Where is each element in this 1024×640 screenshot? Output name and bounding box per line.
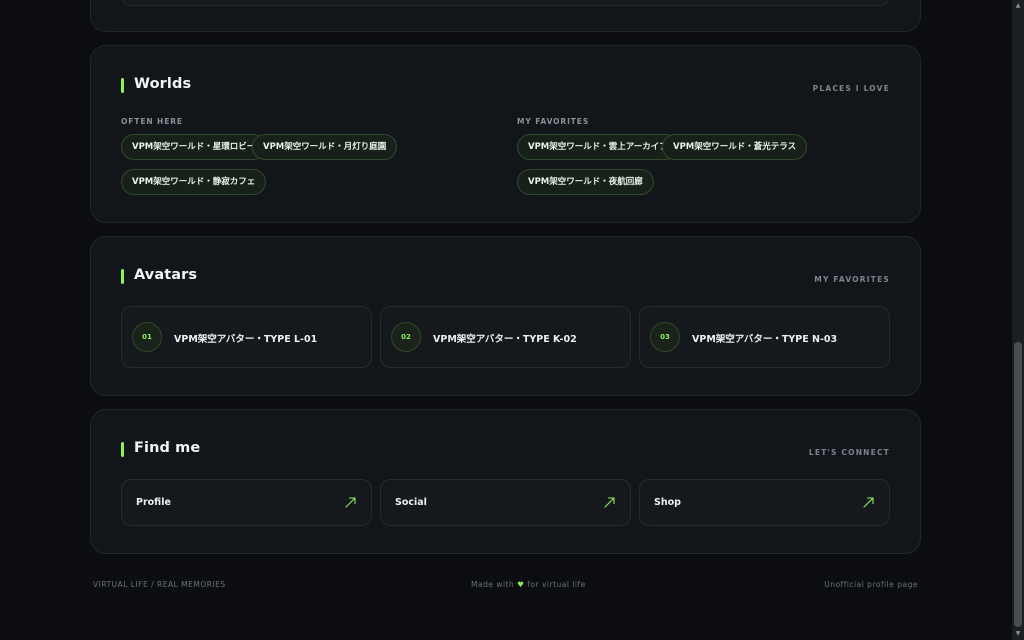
scroll-down-arrow-icon[interactable]: ▼ <box>1014 630 1022 638</box>
avatar-card[interactable]: 03 VPM架空アバター・TYPE N-03 <box>639 306 890 368</box>
page: Worlds PLACES I LOVE OFTEN HERE VPM架空ワール… <box>0 0 1012 640</box>
link-label: Social <box>395 497 427 508</box>
often-here-label: OFTEN HERE <box>121 117 183 126</box>
previous-section-inner <box>121 0 890 6</box>
world-chip[interactable]: VPM架空ワールド・月灯り庭園 <box>252 134 398 160</box>
avatar-name: VPM架空アバター・TYPE N-03 <box>692 334 838 345</box>
arrow-up-right-icon <box>345 497 356 508</box>
avatar-name: VPM架空アバター・TYPE K-02 <box>433 334 577 345</box>
find-me-section: Find me LET'S CONNECT Profile Social Sho… <box>90 409 921 554</box>
avatar-card[interactable]: 02 VPM架空アバター・TYPE K-02 <box>380 306 631 368</box>
world-chip[interactable]: VPM架空ワールド・星環ロビー <box>121 134 267 160</box>
section-accent-bar <box>121 442 124 457</box>
footer-made-with-suffix: for virtual life <box>527 580 586 589</box>
link-label: Shop <box>654 497 681 508</box>
avatars-title: Avatars <box>134 267 198 283</box>
footer-tagline: VIRTUAL LIFE / REAL MEMORIES <box>93 580 226 589</box>
previous-section-card <box>90 0 921 32</box>
arrow-up-right-icon <box>863 497 874 508</box>
footer-disclaimer: Unofficial profile page <box>824 580 918 589</box>
social-link[interactable]: Social <box>380 479 631 526</box>
worlds-header: Worlds PLACES I LOVE <box>121 76 890 96</box>
find-me-title: Find me <box>134 440 201 456</box>
section-accent-bar <box>121 269 124 284</box>
avatar-number-badge: 02 <box>391 322 421 352</box>
my-favorites-label: MY FAVORITES <box>517 117 590 126</box>
world-chip[interactable]: VPM架空ワールド・雲上アーカイブ <box>517 134 679 160</box>
vertical-scrollbar[interactable]: ▲ ▼ <box>1012 0 1024 640</box>
worlds-title: Worlds <box>134 76 192 92</box>
world-chip[interactable]: VPM架空ワールド・夜航回廊 <box>517 169 654 195</box>
world-chip[interactable]: VPM架空ワールド・蒼光テラス <box>662 134 808 160</box>
footer-made-with: Made with ♥ for virtual life <box>471 580 586 589</box>
avatar-card[interactable]: 01 VPM架空アバター・TYPE L-01 <box>121 306 372 368</box>
world-chip[interactable]: VPM架空ワールド・静寂カフェ <box>121 169 267 195</box>
avatars-header: Avatars MY FAVORITES <box>121 267 890 287</box>
arrow-up-right-icon <box>604 497 615 508</box>
worlds-section: Worlds PLACES I LOVE OFTEN HERE VPM架空ワール… <box>90 45 921 223</box>
heart-icon: ♥ <box>517 580 525 589</box>
scroll-up-arrow-icon[interactable]: ▲ <box>1014 2 1022 10</box>
footer-made-with-prefix: Made with <box>471 580 515 589</box>
avatar-number-badge: 01 <box>132 322 162 352</box>
section-accent-bar <box>121 78 124 93</box>
avatar-number-badge: 03 <box>650 322 680 352</box>
shop-link[interactable]: Shop <box>639 479 890 526</box>
avatars-section: Avatars MY FAVORITES 01 VPM架空アバター・TYPE L… <box>90 236 921 396</box>
worlds-subtitle: PLACES I LOVE <box>812 84 890 93</box>
find-me-header: Find me LET'S CONNECT <box>121 440 890 460</box>
scrollbar-thumb[interactable] <box>1014 342 1022 627</box>
link-label: Profile <box>136 497 171 508</box>
find-me-subtitle: LET'S CONNECT <box>808 448 890 457</box>
avatar-name: VPM架空アバター・TYPE L-01 <box>174 334 318 345</box>
profile-link[interactable]: Profile <box>121 479 372 526</box>
avatars-subtitle: MY FAVORITES <box>814 275 890 284</box>
